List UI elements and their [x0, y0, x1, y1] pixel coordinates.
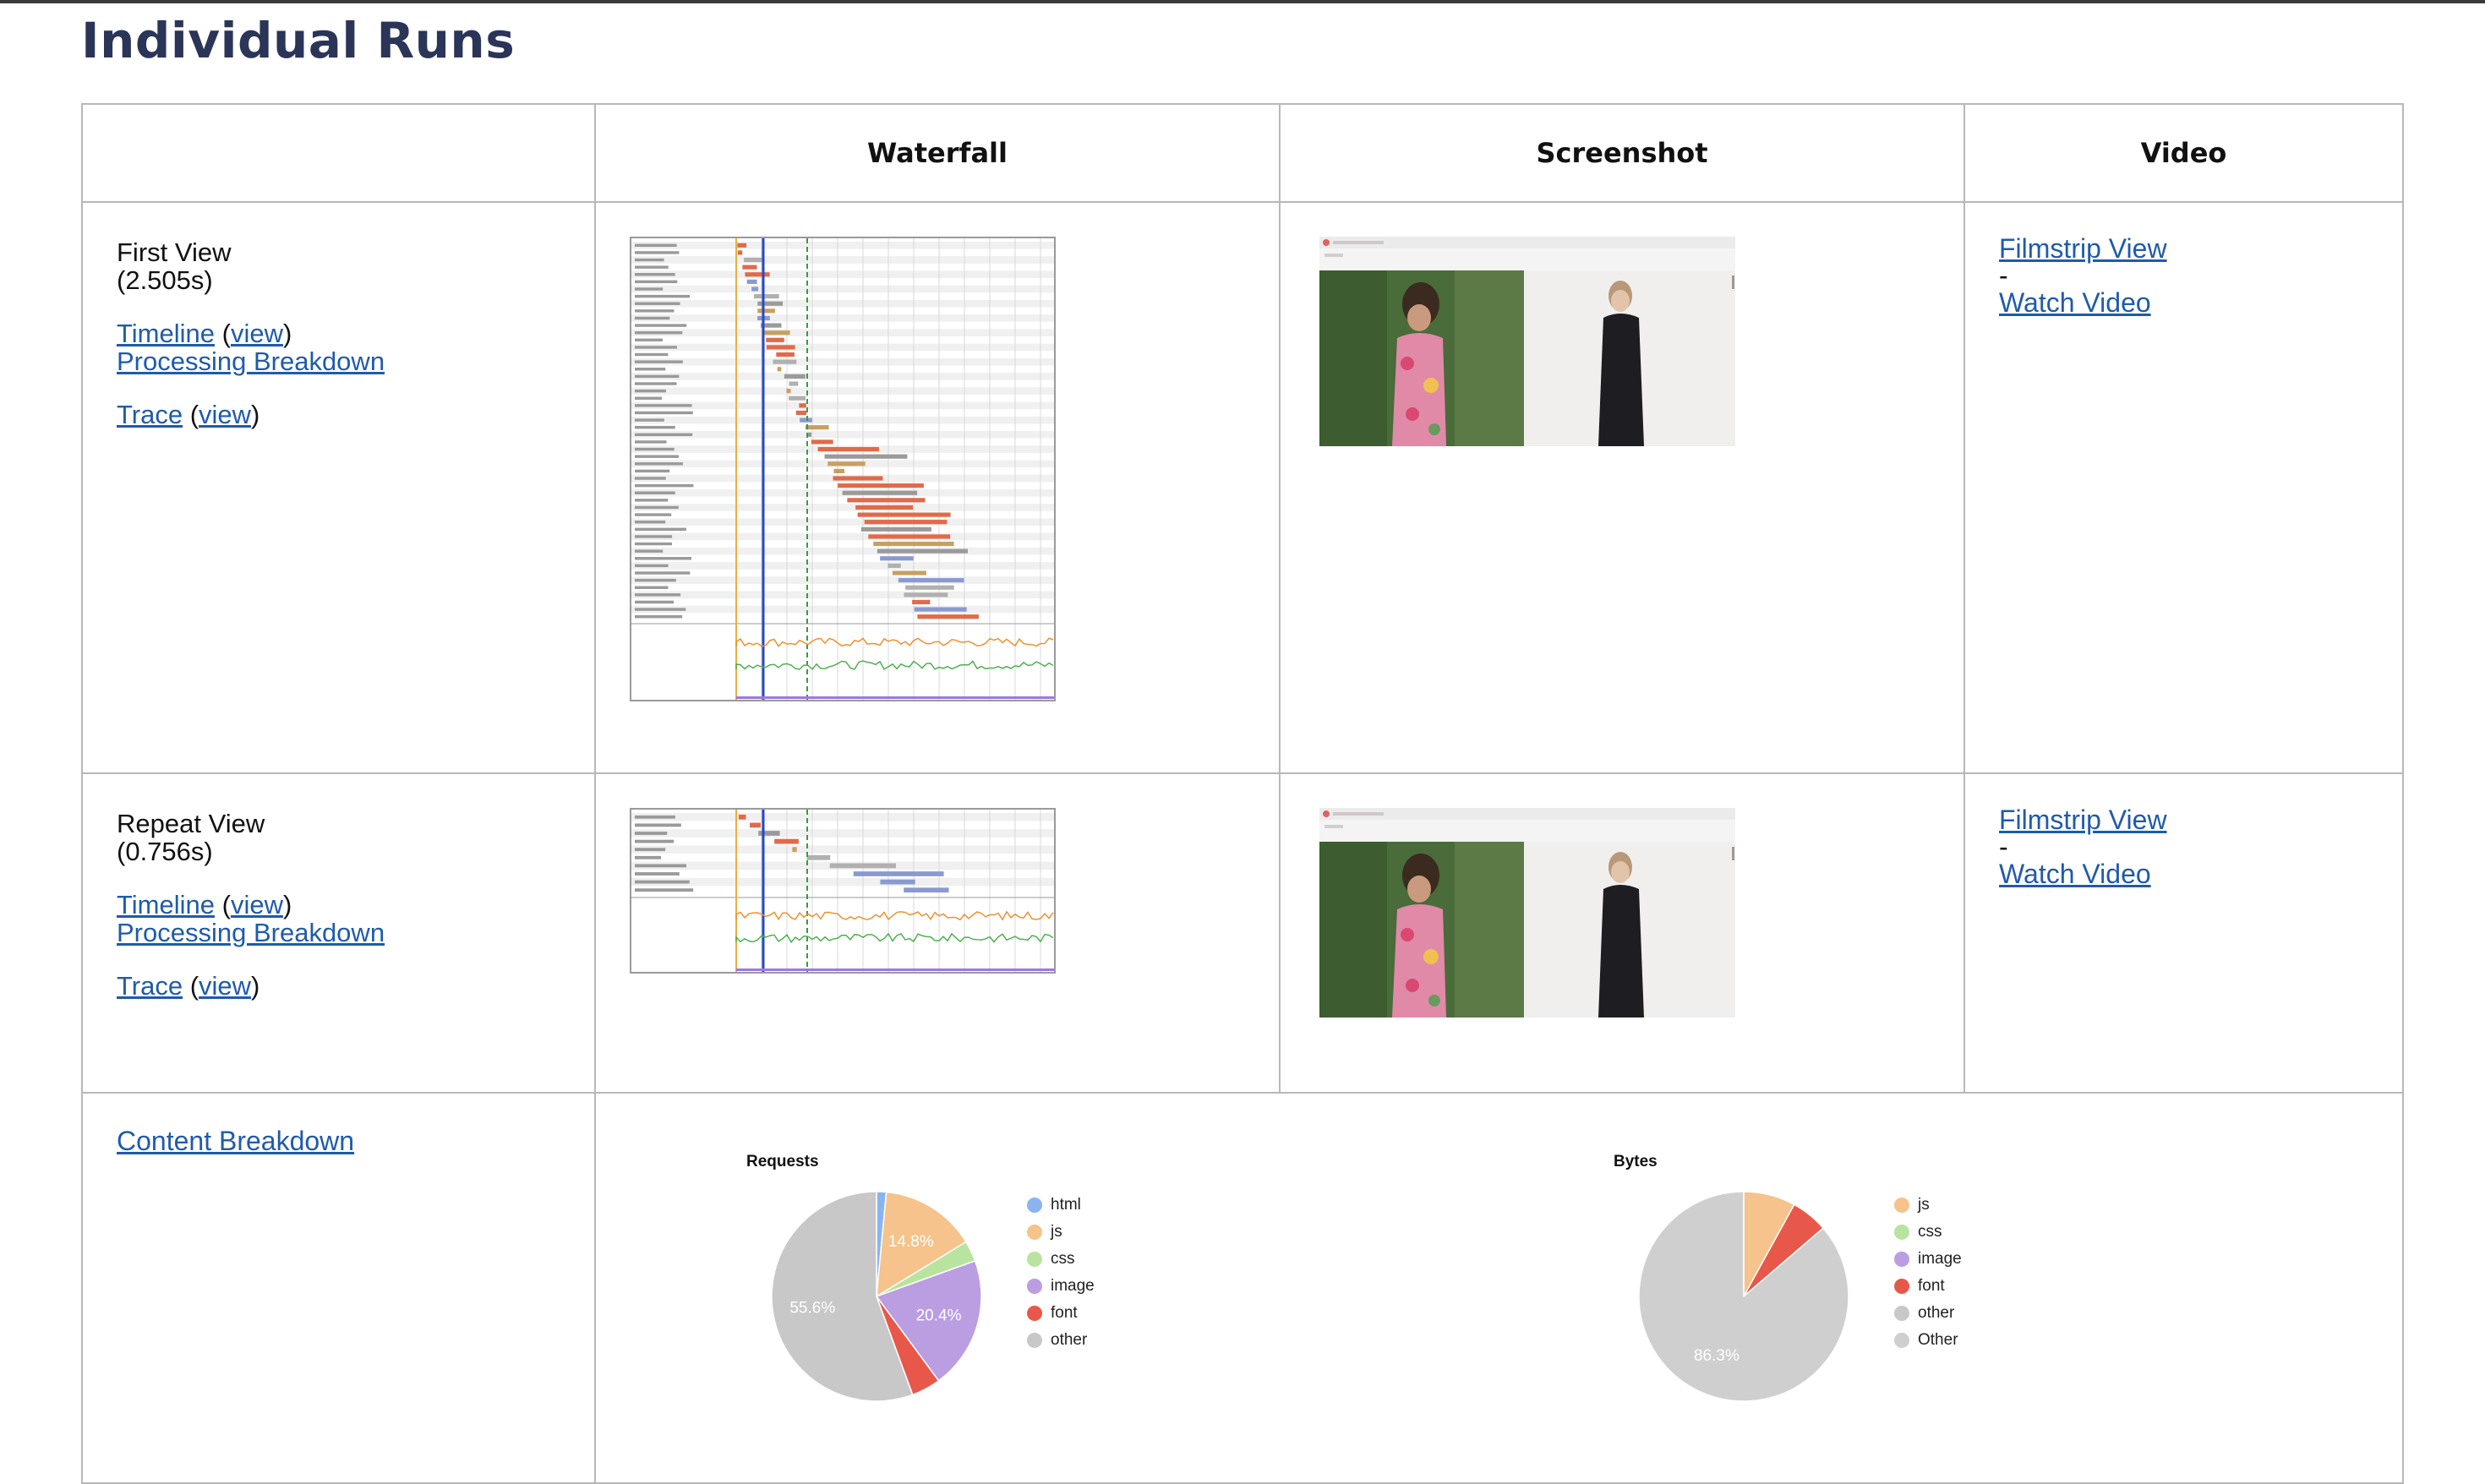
legend-swatch: [1894, 1306, 1909, 1321]
filmstrip-view-link[interactable]: Filmstrip View: [1999, 805, 2167, 835]
legend-label: image: [1918, 1250, 1962, 1268]
top-rule: [0, 0, 2485, 3]
legend-swatch: [1894, 1279, 1909, 1294]
pie-legend: js css image font other Other: [1894, 1192, 1962, 1354]
content-label-cell: Content Breakdown: [81, 1092, 596, 1484]
header-row: Waterfall Screenshot Video: [81, 103, 2404, 203]
pie-slice-label: 55.6%: [789, 1299, 835, 1317]
content-charts-cell: Requests 14.8% 20.4% 55.6% html js css image fon…: [594, 1092, 2404, 1484]
legend-swatch: [1027, 1306, 1042, 1321]
timeline-view-link[interactable]: view: [231, 319, 283, 348]
processing-breakdown-link[interactable]: Processing Breakdown: [117, 918, 385, 947]
legend-item: image: [1894, 1246, 1962, 1273]
legend-swatch: [1894, 1252, 1909, 1267]
legend-swatch: [1894, 1198, 1909, 1213]
header-waterfall: Waterfall: [594, 103, 1281, 203]
legend-item: other: [1894, 1300, 1962, 1327]
trace-view-link[interactable]: view: [199, 971, 251, 1001]
watch-video-link[interactable]: Watch Video: [1999, 287, 2151, 318]
legend-label: other: [1051, 1331, 1088, 1349]
waterfall-cell: [594, 772, 1281, 1094]
pie-slice-label: 86.3%: [1694, 1347, 1740, 1365]
screenshot-cell: [1279, 772, 1965, 1094]
legend-item: js: [1027, 1219, 1095, 1246]
legend-swatch: [1894, 1333, 1909, 1348]
waterfall-cell: [594, 201, 1281, 774]
legend-swatch: [1027, 1225, 1042, 1240]
content-breakdown-link[interactable]: Content Breakdown: [117, 1126, 354, 1157]
legend-item: font: [1894, 1273, 1962, 1300]
legend-label: image: [1051, 1277, 1095, 1295]
legend-label: other: [1918, 1304, 1955, 1322]
legend-item: css: [1894, 1219, 1962, 1246]
run-label-cell: Repeat View (0.756s) Timeline (view) Pro…: [81, 772, 596, 1094]
legend-item: other: [1027, 1327, 1095, 1354]
screenshot-cell: [1279, 201, 1965, 774]
legend-label: css: [1918, 1223, 1942, 1241]
timeline-view-link[interactable]: view: [231, 890, 283, 919]
watch-video-link[interactable]: Watch Video: [1999, 859, 2151, 889]
legend-item: js: [1894, 1192, 1962, 1219]
waterfall-thumbnail-first[interactable]: [630, 237, 1056, 701]
header-video: Video: [1963, 103, 2404, 203]
trace-view-link[interactable]: view: [199, 400, 251, 429]
view-title: Repeat View: [117, 809, 265, 838]
run-row-first-view: First View (2.505s) Timeline (view) Proc…: [81, 201, 2404, 774]
screenshot-thumbnail-repeat[interactable]: [1319, 808, 1735, 1018]
legend-item: Other: [1894, 1327, 1962, 1354]
legend-swatch: [1027, 1198, 1042, 1213]
legend-label: css: [1051, 1250, 1075, 1268]
pie-title: Bytes: [1614, 1153, 1658, 1170]
run-label-cell: First View (2.505s) Timeline (view) Proc…: [81, 201, 596, 774]
legend-label: html: [1051, 1196, 1081, 1214]
video-cell: Filmstrip View - Watch Video: [1963, 772, 2404, 1094]
waterfall-thumbnail-repeat[interactable]: [630, 808, 1056, 974]
legend-swatch: [1027, 1279, 1042, 1294]
header-empty: [81, 103, 596, 203]
pie-legend: html js css image font other: [1027, 1192, 1095, 1354]
legend-swatch: [1027, 1333, 1042, 1348]
legend-label: js: [1918, 1196, 1930, 1214]
legend-swatch: [1027, 1252, 1042, 1267]
page-title: Individual Runs: [81, 12, 516, 69]
content-charts: Requests 14.8% 20.4% 55.6% html js css image fon…: [596, 1094, 2403, 1482]
processing-breakdown-link[interactable]: Processing Breakdown: [117, 346, 385, 376]
screenshot-thumbnail-first[interactable]: [1319, 237, 1735, 446]
view-time: (0.756s): [117, 837, 213, 866]
pie-chart: 14.8% 20.4% 55.6%: [771, 1191, 982, 1402]
view-time: (2.505s): [117, 265, 213, 295]
pie-title: Requests: [746, 1153, 819, 1170]
header-screenshot: Screenshot: [1279, 103, 1965, 203]
trace-link[interactable]: Trace: [117, 971, 183, 1001]
filmstrip-view-link[interactable]: Filmstrip View: [1999, 233, 2167, 264]
run-row-repeat-view: Repeat View (0.756s) Timeline (view) Pro…: [81, 772, 2404, 1094]
view-title: First View: [117, 237, 232, 267]
legend-item: html: [1027, 1192, 1095, 1219]
legend-label: Other: [1918, 1331, 1958, 1349]
pie-chart: 86.3%: [1638, 1191, 1849, 1402]
legend-label: font: [1051, 1304, 1078, 1322]
legend-label: js: [1051, 1223, 1062, 1241]
runs-table: Waterfall Screenshot Video First View (2…: [81, 103, 2404, 1484]
legend-item: css: [1027, 1246, 1095, 1273]
video-cell: Filmstrip View - Watch Video: [1963, 201, 2404, 774]
trace-link[interactable]: Trace: [117, 400, 183, 429]
link-separator: -: [1999, 832, 2008, 862]
legend-label: font: [1918, 1277, 1945, 1295]
legend-item: image: [1027, 1273, 1095, 1300]
timeline-link[interactable]: Timeline: [117, 890, 215, 919]
legend-swatch: [1894, 1225, 1909, 1240]
link-separator: -: [1999, 260, 2008, 291]
content-breakdown-row: Content Breakdown Requests 14.8% 20.4% 55.6…: [81, 1092, 2404, 1484]
timeline-link[interactable]: Timeline: [117, 319, 215, 348]
legend-item: font: [1027, 1300, 1095, 1327]
pie-slice-label: 14.8%: [888, 1233, 934, 1251]
pie-slice-label: 20.4%: [916, 1307, 962, 1324]
